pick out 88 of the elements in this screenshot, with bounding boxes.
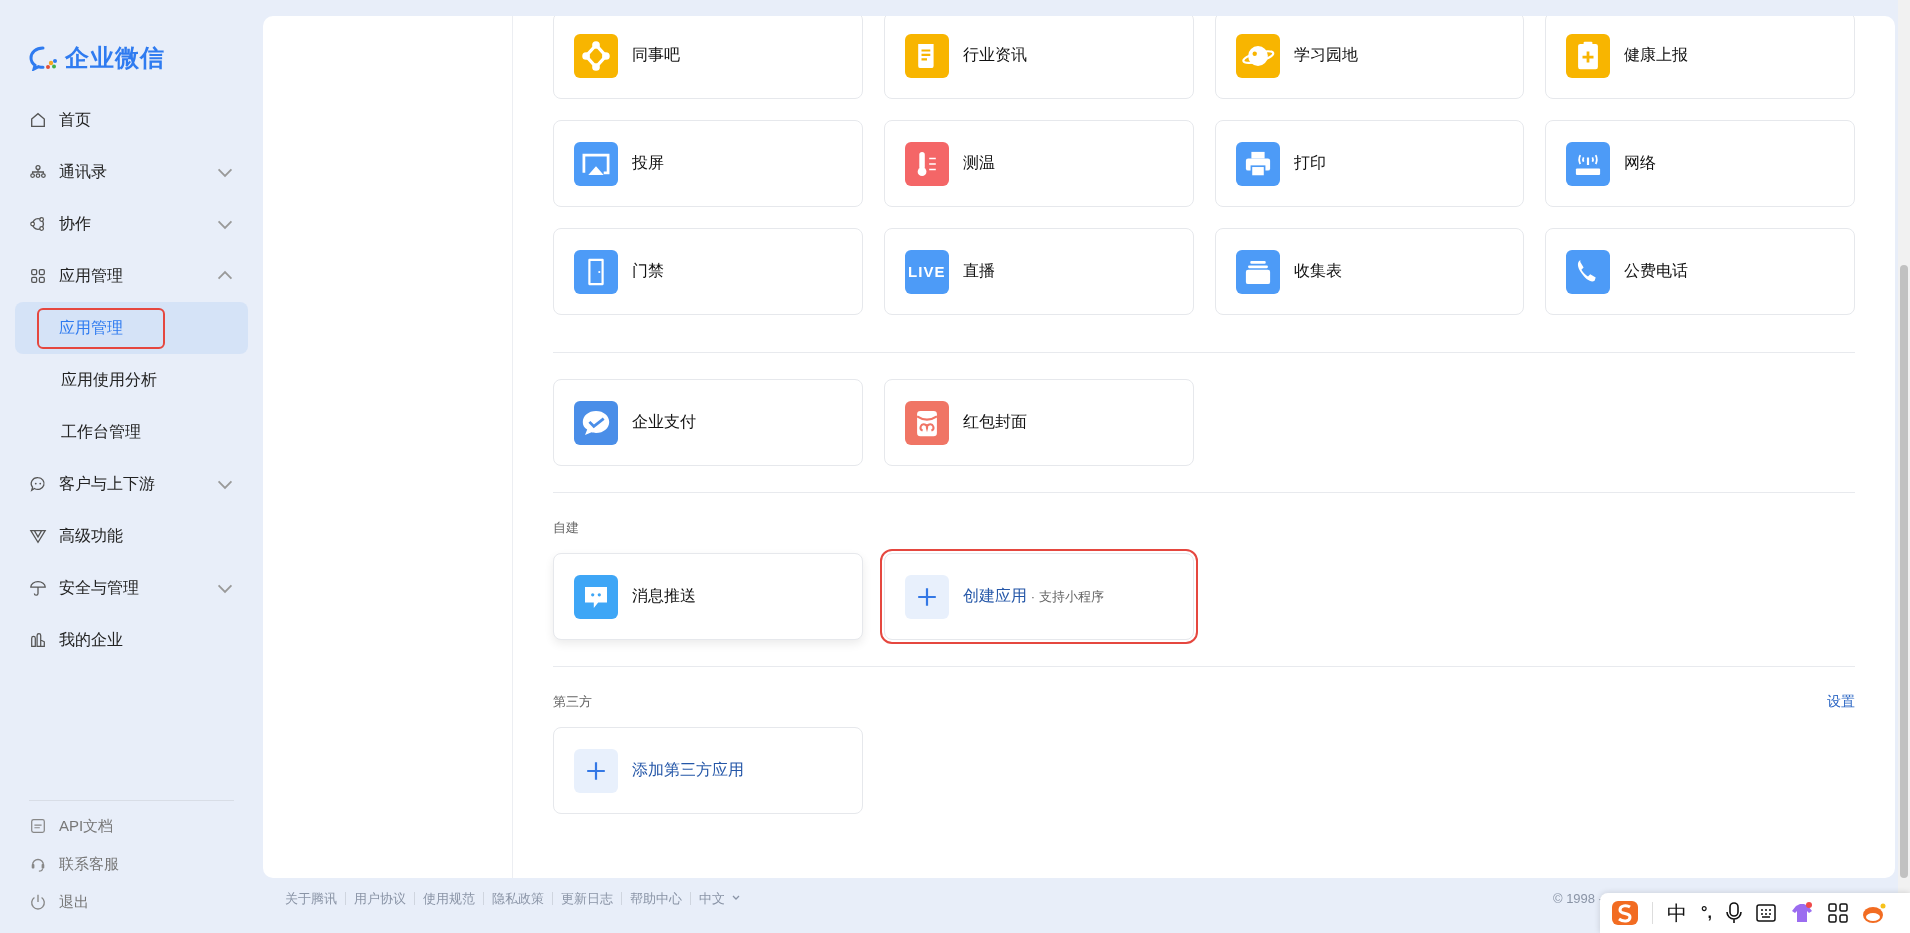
nav-item[interactable]: 首页 <box>15 94 248 146</box>
app-name: 网络 <box>1624 153 1657 173</box>
app-card[interactable]: 测温 <box>883 120 1194 207</box>
tray-icon <box>1235 249 1280 294</box>
home-icon <box>29 111 47 129</box>
planet-icon <box>1235 33 1280 78</box>
nav-item[interactable]: 高级功能 <box>15 510 248 562</box>
mascot-icon[interactable] <box>1861 902 1886 924</box>
footer-link[interactable]: API文档 <box>15 807 248 845</box>
nav-item[interactable]: 安全与管理 <box>15 562 248 614</box>
nav-subitem[interactable]: 应用使用分析 <box>15 354 248 406</box>
app-name: 打印 <box>1293 153 1326 173</box>
nav-item[interactable]: 客户与上下游 <box>15 458 248 510</box>
microphone-icon[interactable] <box>1725 902 1742 924</box>
app-card[interactable]: 红包封面 <box>883 379 1194 466</box>
app-card[interactable]: 投屏 <box>553 120 863 207</box>
app-name: 直播 <box>962 261 995 281</box>
app-name: 公费电话 <box>1624 261 1689 281</box>
app-name: 学习园地 <box>1293 45 1358 65</box>
app-card[interactable]: 健康上报 <box>1545 16 1855 99</box>
app-name: 企业支付 <box>632 412 696 432</box>
plus-icon <box>574 748 618 793</box>
app-name: 行业资讯 <box>962 45 1027 65</box>
app-card[interactable]: 行业资讯 <box>883 16 1194 99</box>
grid-icon <box>29 267 47 285</box>
document-icon <box>29 817 47 835</box>
screen-cast-icon <box>574 141 618 186</box>
umbrella-icon <box>29 579 47 597</box>
speech-bubble-icon <box>574 574 618 619</box>
app-name: 门禁 <box>632 261 664 281</box>
clipboard-icon <box>1566 33 1611 78</box>
logo-text: 企业微信 <box>65 43 165 73</box>
org-chart-icon <box>29 163 47 181</box>
app-card[interactable]: 打印 <box>1214 120 1525 207</box>
app-name: 同事吧 <box>632 45 680 65</box>
app-name: 创建应用 · 支持小程序 <box>962 586 1104 606</box>
copyright-text: © 1998 - <box>1552 890 1603 906</box>
ime-logo-icon[interactable] <box>1612 901 1638 925</box>
app-card[interactable]: 门禁 <box>553 228 863 315</box>
scroll-icon <box>904 33 949 78</box>
section-title: 自建 <box>553 519 579 537</box>
app-name: 红包封面 <box>962 412 1027 432</box>
power-icon <box>29 893 47 911</box>
app-card[interactable]: 网络 <box>1545 120 1855 207</box>
printer-icon <box>1235 141 1280 186</box>
scrollbar-thumb[interactable] <box>1900 265 1908 878</box>
app-name: 收集表 <box>1293 261 1342 281</box>
nodes-icon <box>29 215 47 233</box>
punctuation-toggle[interactable]: °, <box>1701 904 1712 922</box>
app-name: 投屏 <box>632 153 664 173</box>
live-icon: LIVE <box>904 249 949 294</box>
router-icon <box>1566 141 1611 186</box>
add-app-card[interactable]: 添加第三方应用 <box>553 727 863 814</box>
phone-icon <box>1566 249 1611 294</box>
app-card[interactable]: 公费电话 <box>1545 228 1855 315</box>
grid-icon[interactable] <box>1827 903 1848 923</box>
chat-bubble-icon <box>29 475 47 493</box>
app-card[interactable]: 企业支付 <box>553 379 863 466</box>
app-card[interactable]: LIVE 直播 <box>883 228 1194 315</box>
buildings-icon <box>29 631 47 649</box>
settings-link[interactable]: 设置 <box>1827 693 1855 711</box>
envelope-icon <box>904 400 949 445</box>
thermometer-icon <box>904 141 949 186</box>
section-title: 第三方 <box>553 693 592 711</box>
network-icon <box>574 33 618 78</box>
app-name: 健康上报 <box>1624 45 1689 65</box>
nav-item[interactable]: 应用管理 <box>15 250 248 302</box>
app-card[interactable]: 同事吧 <box>553 16 863 99</box>
nav-subitem[interactable]: 工作台管理 <box>15 406 248 458</box>
app-card[interactable]: 消息推送 <box>553 553 863 640</box>
door-icon <box>574 249 618 294</box>
app-name: 测温 <box>962 153 995 173</box>
triangle-icon <box>29 527 47 545</box>
input-mode-toggle[interactable]: 中 <box>1667 899 1687 927</box>
logo-icon <box>29 45 59 71</box>
footer-link[interactable]: 退出 <box>15 883 248 921</box>
chat-check-icon <box>574 400 618 445</box>
nav-item[interactable]: 协作 <box>15 198 248 250</box>
nav-item[interactable]: 我的企业 <box>15 614 248 666</box>
app-name: 添加第三方应用 <box>632 760 744 780</box>
keyboard-icon[interactable] <box>1755 904 1776 922</box>
plus-icon <box>904 574 949 619</box>
nav-item[interactable]: 通讯录 <box>15 146 248 198</box>
app-card[interactable]: 收集表 <box>1214 228 1525 315</box>
footer-link[interactable]: 联系客服 <box>15 845 248 883</box>
app-card[interactable]: 学习园地 <box>1214 16 1525 99</box>
shirt-icon[interactable] <box>1789 902 1814 924</box>
app-name: 消息推送 <box>632 586 696 606</box>
